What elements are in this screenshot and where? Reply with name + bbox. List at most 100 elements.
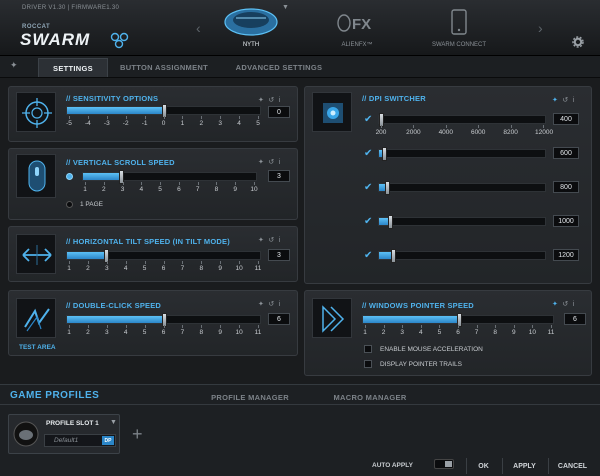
sensitivity-slider[interactable]: -5 -4 -3 -2 -1 0 1 2 3 4 5: [66, 104, 261, 128]
lines-radio[interactable]: [66, 173, 73, 180]
tick-label: 4: [237, 120, 241, 127]
dpi-value[interactable]: 600: [553, 147, 579, 159]
tick-label: 2000: [406, 129, 421, 136]
pin-icon[interactable]: ✦: [10, 60, 18, 71]
slider-track[interactable]: [66, 249, 261, 263]
test-area-label[interactable]: TEST AREA: [19, 344, 56, 351]
panel-title: // DOUBLE-CLICK SPEED: [66, 301, 162, 310]
trails-checkbox[interactable]: [364, 360, 372, 368]
tick-label: 6: [177, 186, 181, 193]
dblclick-value[interactable]: 6: [268, 313, 290, 325]
info-icon[interactable]: i: [573, 97, 575, 104]
pin-icon[interactable]: ✦: [258, 301, 264, 308]
tab-profile-manager[interactable]: PROFILE MANAGER: [200, 390, 300, 404]
slider-thumb[interactable]: [384, 181, 390, 195]
slider-thumb[interactable]: [382, 147, 388, 161]
info-icon[interactable]: i: [573, 301, 575, 308]
dpi-checkbox[interactable]: ✔: [364, 114, 372, 125]
slider-fill: [67, 252, 106, 259]
htilt-value[interactable]: 3: [268, 249, 290, 261]
pointer-value[interactable]: 6: [564, 313, 586, 325]
test-area[interactable]: [16, 298, 56, 338]
tick-mark: [235, 182, 237, 185]
tick-label: 7: [474, 329, 479, 336]
vscroll-value[interactable]: 3: [268, 170, 290, 182]
acceleration-checkbox[interactable]: [364, 345, 372, 353]
dpi-icon-box: [312, 92, 352, 132]
slider-track[interactable]: [378, 215, 546, 229]
device-tab-nyth[interactable]: NYTH: [196, 4, 306, 52]
pin-icon[interactable]: ✦: [258, 159, 264, 166]
panel-title: // VERTICAL SCROLL SPEED: [66, 158, 175, 167]
device-tab-alienfx[interactable]: FX ALIENFX™: [302, 4, 412, 52]
tick-mark: [125, 261, 127, 264]
crosshair-icon: [22, 98, 52, 128]
dpi-checkbox[interactable]: ✔: [364, 216, 372, 227]
dpi-slider[interactable]: 200 2000 4000 6000 8200 12000: [376, 113, 553, 137]
slot-dropdown-icon[interactable]: ▼: [110, 419, 117, 426]
tab-button-assignment[interactable]: BUTTON ASSIGNMENT: [108, 58, 220, 77]
slider-thumb[interactable]: [390, 249, 396, 263]
dpi-slider[interactable]: [378, 249, 546, 263]
dpi-value[interactable]: 400: [553, 113, 579, 125]
info-icon[interactable]: i: [279, 97, 281, 104]
htilt-slider[interactable]: 1 2 3 4 5 6 7 8 9 10 11: [66, 249, 261, 273]
reset-icon[interactable]: ↺: [562, 301, 568, 308]
slider-track[interactable]: [66, 104, 261, 118]
tick-mark: [125, 116, 127, 119]
dpi-value[interactable]: 800: [553, 181, 579, 193]
cancel-button[interactable]: CANCEL: [548, 458, 596, 474]
slider-track[interactable]: [378, 181, 546, 195]
info-icon[interactable]: i: [279, 301, 281, 308]
reset-icon[interactable]: ↺: [562, 97, 568, 104]
page-radio[interactable]: [66, 201, 73, 208]
tick-mark: [216, 182, 218, 185]
dpi-value[interactable]: 1200: [553, 249, 579, 261]
reset-icon[interactable]: ↺: [268, 97, 274, 104]
dpi-checkbox[interactable]: ✔: [364, 250, 372, 261]
info-icon[interactable]: i: [279, 237, 281, 244]
dpi-checkbox[interactable]: ✔: [364, 148, 372, 159]
tick-mark: [476, 325, 478, 328]
dblclick-slider[interactable]: 1 2 3 4 5 6 7 8 9 10 11: [66, 313, 261, 337]
dpi-slider[interactable]: [378, 147, 546, 161]
info-icon[interactable]: i: [279, 159, 281, 166]
reset-icon[interactable]: ↺: [268, 301, 274, 308]
gear-icon[interactable]: [572, 36, 584, 48]
pointer-slider[interactable]: 1 2 3 4 5 6 7 8 9 10 11: [362, 313, 554, 337]
next-device-icon[interactable]: ›: [538, 20, 543, 36]
device-tab-swarm-connect[interactable]: SWARM CONNECT: [404, 4, 514, 52]
vscroll-slider[interactable]: 1 2 3 4 5 6 7 8 9 10: [82, 170, 258, 194]
slider-fill: [363, 316, 459, 323]
slider-track[interactable]: [378, 249, 546, 263]
pin-icon[interactable]: ✦: [258, 97, 264, 104]
slider-track[interactable]: [66, 313, 261, 327]
reset-icon[interactable]: ↺: [268, 237, 274, 244]
ok-button[interactable]: OK: [466, 458, 500, 474]
dpi-checkbox[interactable]: ✔: [364, 182, 372, 193]
sensitivity-value[interactable]: 0: [268, 106, 290, 118]
tick-mark: [239, 116, 241, 119]
brand-logo: SWARM: [20, 30, 91, 49]
tab-macro-manager[interactable]: MACRO MANAGER: [320, 390, 420, 404]
slider-track[interactable]: [378, 113, 546, 127]
pin-icon[interactable]: ✦: [552, 97, 558, 104]
tick-label: 2: [381, 329, 386, 336]
tab-advanced-settings[interactable]: ADVANCED SETTINGS: [220, 58, 338, 77]
reset-icon[interactable]: ↺: [268, 159, 274, 166]
tab-settings[interactable]: SETTINGS: [38, 58, 108, 77]
dpi-value[interactable]: 1000: [553, 215, 579, 227]
apply-button[interactable]: APPLY: [502, 458, 546, 474]
dpi-slider[interactable]: [378, 181, 546, 195]
add-profile-icon[interactable]: +: [132, 424, 143, 445]
auto-apply-toggle[interactable]: [434, 459, 454, 469]
slider-track[interactable]: [362, 313, 554, 327]
pin-icon[interactable]: ✦: [552, 301, 558, 308]
slider-thumb[interactable]: [387, 215, 393, 229]
slider-track[interactable]: [378, 147, 546, 161]
tick-mark: [258, 116, 259, 119]
pin-icon[interactable]: ✦: [258, 237, 264, 244]
slider-track[interactable]: [82, 170, 257, 184]
tick-label: 1: [180, 120, 185, 127]
dpi-slider[interactable]: [378, 215, 546, 229]
